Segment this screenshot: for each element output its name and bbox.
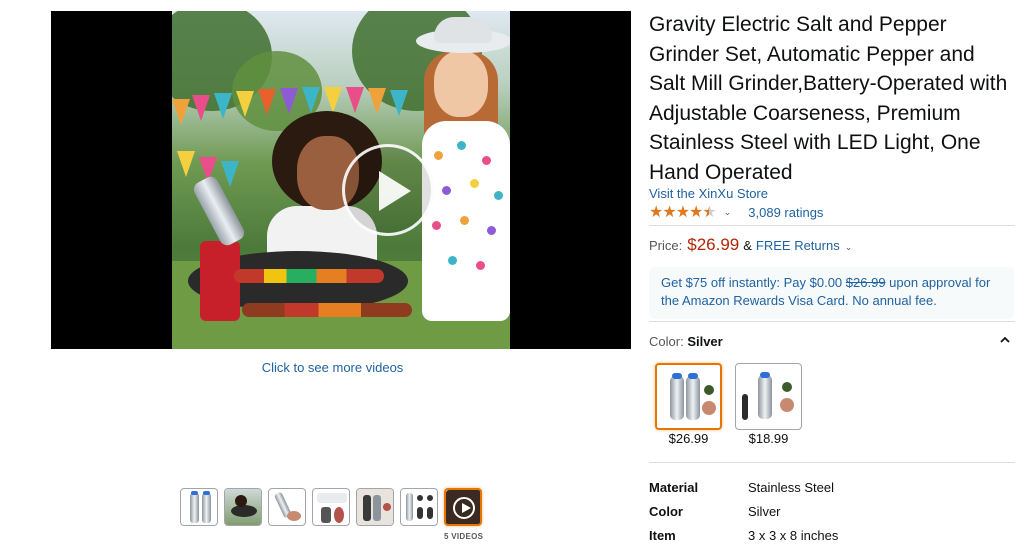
- promo-offer[interactable]: Get $75 off instantly: Pay $0.00 $26.99 …: [649, 267, 1014, 319]
- star-rating-icon[interactable]: ★★★★★: [649, 202, 717, 222]
- rating-row: ★★★★★ ⌄ 3,089 ratings: [649, 203, 823, 221]
- thumbnail-image[interactable]: [312, 488, 350, 526]
- chevron-up-icon[interactable]: [998, 333, 1012, 347]
- product-title: Gravity Electric Salt and Pepper Grinder…: [649, 13, 1008, 184]
- spec-value-color: Silver: [748, 504, 781, 519]
- spec-key-color: Color: [649, 504, 683, 519]
- spec-key-material: Material: [649, 480, 699, 495]
- price-label: Price:: [649, 238, 683, 253]
- ampersand: &: [743, 238, 752, 253]
- more-videos-link[interactable]: Click to see more videos: [51, 360, 614, 375]
- price-row: Price: $26.99 & FREE Returns ⌄: [649, 235, 852, 255]
- thumbnail-strip: [180, 488, 482, 526]
- divider: [649, 321, 1015, 322]
- color-swatch-option[interactable]: [655, 363, 722, 430]
- store-link[interactable]: Visit the XinXu Store: [649, 186, 768, 201]
- price-value: $26.99: [687, 235, 740, 254]
- divider: [649, 225, 1015, 226]
- video-frame-image: [172, 11, 510, 349]
- variant-price: $18.99: [748, 431, 789, 446]
- thumbnail-image[interactable]: [224, 488, 262, 526]
- chevron-down-icon[interactable]: ⌄: [845, 242, 853, 253]
- video-thumbnail[interactable]: [444, 488, 482, 526]
- promo-text: Get $75 off instantly: Pay $0.00: [661, 275, 846, 290]
- ratings-count-link[interactable]: 3,089 ratings: [748, 205, 823, 220]
- spec-value-material: Stainless Steel: [748, 480, 834, 495]
- promo-strike-price: $26.99: [845, 275, 886, 290]
- divider: [649, 462, 1015, 463]
- thumbnail-image[interactable]: [268, 488, 306, 526]
- spec-value-item: 3 x 3 x 8 inches: [748, 528, 839, 543]
- videos-count-label: 5 VIDEOS: [444, 532, 484, 541]
- free-returns-link[interactable]: FREE Returns: [756, 238, 840, 253]
- play-icon: [453, 497, 475, 519]
- variant-price: $26.99: [668, 431, 709, 446]
- spec-key-item: Item: [649, 528, 676, 543]
- main-video-player[interactable]: [51, 11, 631, 349]
- chevron-down-icon[interactable]: ⌄: [724, 207, 732, 218]
- color-swatch-option[interactable]: [735, 363, 802, 430]
- thumbnail-image[interactable]: [180, 488, 218, 526]
- thumbnail-image[interactable]: [400, 488, 438, 526]
- color-label: Color:: [649, 334, 684, 349]
- color-selector-label: Color: Silver: [649, 334, 723, 349]
- play-icon[interactable]: [342, 144, 434, 236]
- color-value: Silver: [687, 334, 723, 349]
- thumbnail-image[interactable]: [356, 488, 394, 526]
